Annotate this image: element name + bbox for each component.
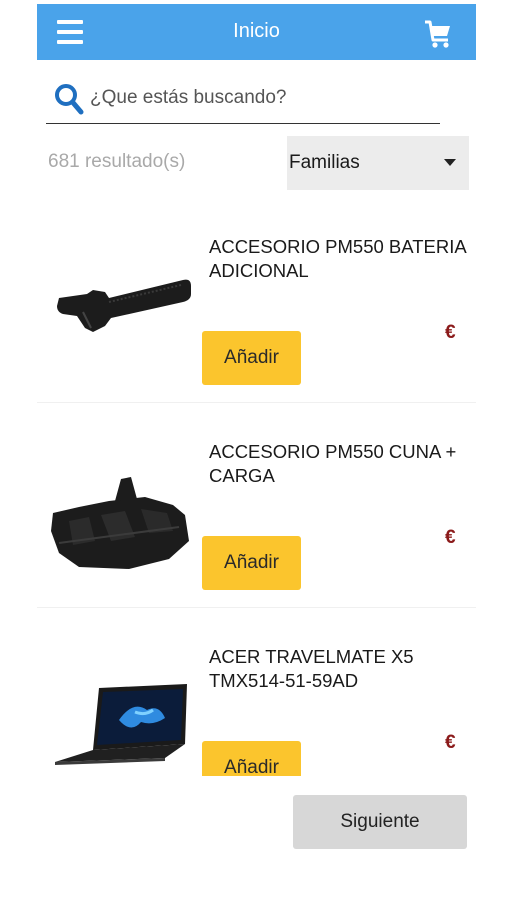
product-price: €: [445, 322, 456, 343]
results-count: 681 resultado(s): [48, 151, 186, 172]
product-item[interactable]: ACCESORIO PM550 CUNA + CARGA Añadir €: [37, 403, 476, 608]
product-list[interactable]: ACCESORIO PM550 BATERIA ADICIONAL Añadir…: [37, 198, 476, 776]
shopping-cart-icon[interactable]: [424, 18, 452, 50]
battery-image: [49, 268, 191, 348]
app-screen: Inicio 681 resultado(s) Familias: [0, 0, 507, 900]
laptop-image: [49, 680, 191, 770]
product-name: ACCESORIO PM550 BATERIA ADICIONAL: [209, 236, 466, 281]
page-title: Inicio: [233, 20, 280, 42]
top-app-bar: Inicio: [37, 4, 476, 60]
next-page-button[interactable]: Siguiente: [293, 795, 467, 849]
families-dropdown[interactable]: Familias: [287, 136, 469, 190]
families-dropdown-label: Familias: [289, 152, 360, 173]
search-icon[interactable]: [54, 82, 84, 116]
charging-cradle-image: [49, 471, 191, 575]
caret-down-icon: [444, 159, 456, 166]
product-price: €: [445, 732, 456, 753]
add-to-cart-button[interactable]: Añadir: [202, 331, 301, 385]
product-item[interactable]: ACER TRAVELMATE X5 TMX514-51-59AD Añadir…: [37, 608, 476, 776]
search-input[interactable]: [90, 84, 430, 112]
search-bar: [46, 76, 440, 124]
add-to-cart-button[interactable]: Añadir: [202, 536, 301, 590]
add-to-cart-button[interactable]: Añadir: [202, 741, 301, 776]
product-name: ACCESORIO PM550 CUNA + CARGA: [209, 441, 457, 486]
product-name: ACER TRAVELMATE X5 TMX514-51-59AD: [209, 646, 414, 691]
product-item[interactable]: ACCESORIO PM550 BATERIA ADICIONAL Añadir…: [37, 198, 476, 403]
product-price: €: [445, 527, 456, 548]
